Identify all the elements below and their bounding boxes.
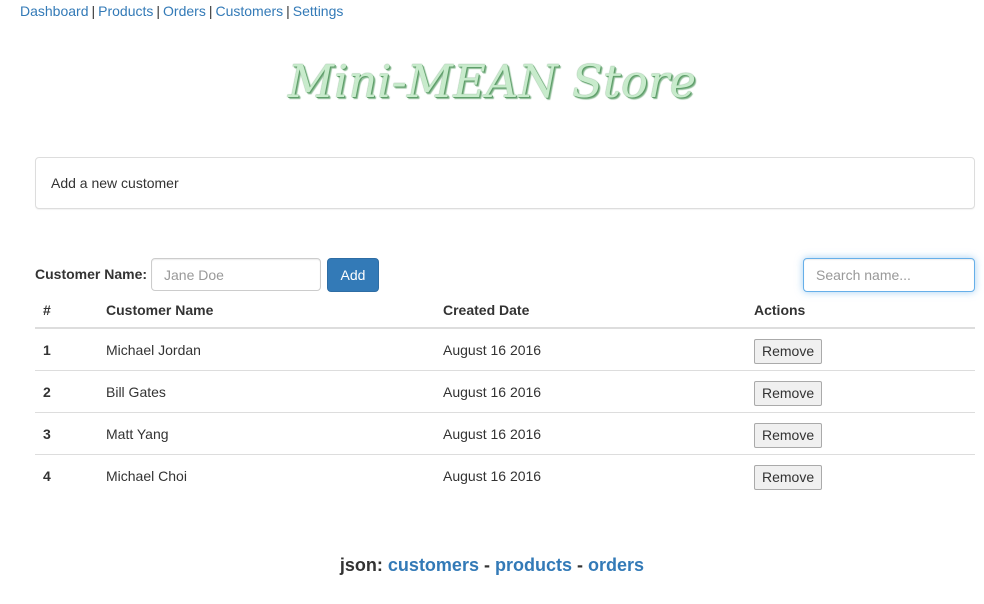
add-customer-panel-label: Add a new customer <box>51 175 179 191</box>
remove-button[interactable]: Remove <box>754 380 823 406</box>
row-number: 2 <box>35 370 98 413</box>
row-customer-name: Bill Gates <box>98 370 435 413</box>
remove-button[interactable]: Remove <box>754 464 823 490</box>
row-customer-name: Michael Jordan <box>98 328 435 371</box>
remove-button[interactable]: Remove <box>754 422 823 448</box>
nav-separator: | <box>91 3 96 19</box>
json-orders-link[interactable]: orders <box>588 555 644 575</box>
header-actions: Actions <box>746 292 975 329</box>
row-created-date: August 16 2016 <box>435 412 746 455</box>
row-actions: Remove <box>746 328 975 371</box>
json-products-link[interactable]: products <box>495 555 572 575</box>
table-row: 4 Michael Choi August 16 2016 Remove <box>35 455 975 497</box>
footer-json-links: json: customers - products - orders <box>0 555 984 576</box>
header-created-date: Created Date <box>435 292 746 329</box>
row-actions: Remove <box>746 455 975 497</box>
page: Dashboard | Products | Orders | Customers | Sett… <box>0 0 984 604</box>
header-number: # <box>35 292 98 329</box>
add-customer-button[interactable]: Add <box>327 258 379 292</box>
row-created-date: August 16 2016 <box>435 370 746 413</box>
table-row: 1 Michael Jordan August 16 2016 Remove <box>35 328 975 371</box>
row-number: 1 <box>35 328 98 371</box>
nav-separator: | <box>286 3 290 19</box>
row-customer-name: Michael Choi <box>106 467 187 484</box>
table-row: 2 Bill Gates August 16 2016 Remove <box>35 370 975 413</box>
nav-separator: | <box>156 3 161 19</box>
nav-link-customers[interactable]: Customers <box>215 3 283 19</box>
row-created-date: August 16 2016 <box>435 328 746 371</box>
row-number: 3 <box>35 412 98 455</box>
remove-button[interactable]: Remove <box>754 338 823 364</box>
add-customer-panel[interactable]: Add a new customer <box>35 157 975 209</box>
customer-name-label: Customer Name: <box>35 266 148 282</box>
nav-link-dashboard[interactable]: Dashboard <box>20 3 89 19</box>
row-customer-name: Matt Yang <box>98 412 435 455</box>
footer-separator: - <box>577 555 584 575</box>
table-row: 3 Matt Yang August 16 2016 Remove <box>35 412 975 455</box>
table-header-row: # Customer Name Created Date Actions <box>35 292 975 329</box>
nav-link-settings[interactable]: Settings <box>293 3 344 19</box>
customer-name-input[interactable] <box>151 258 321 291</box>
nav-link-products[interactable]: Products <box>98 3 153 19</box>
nav-link-orders[interactable]: Orders <box>163 3 206 19</box>
json-customers-link[interactable]: customers <box>388 555 479 575</box>
footer-prefix: json: <box>339 555 383 575</box>
row-created-date: August 16 2016 <box>443 467 542 484</box>
site-title: Mini-MEAN Store <box>287 55 697 108</box>
header-customer-name: Customer Name <box>98 292 435 329</box>
nav-separator: | <box>208 3 213 19</box>
customers-table: # Customer Name Created Date Actions 1 M… <box>35 292 975 496</box>
row-actions: Remove <box>746 412 975 455</box>
row-number: 4 <box>43 467 51 484</box>
search-name-input[interactable] <box>803 258 975 292</box>
row-actions: Remove <box>746 370 975 413</box>
top-nav: Dashboard | Products | Orders | Customers | Sett… <box>20 2 343 20</box>
footer-separator: - <box>483 555 490 575</box>
